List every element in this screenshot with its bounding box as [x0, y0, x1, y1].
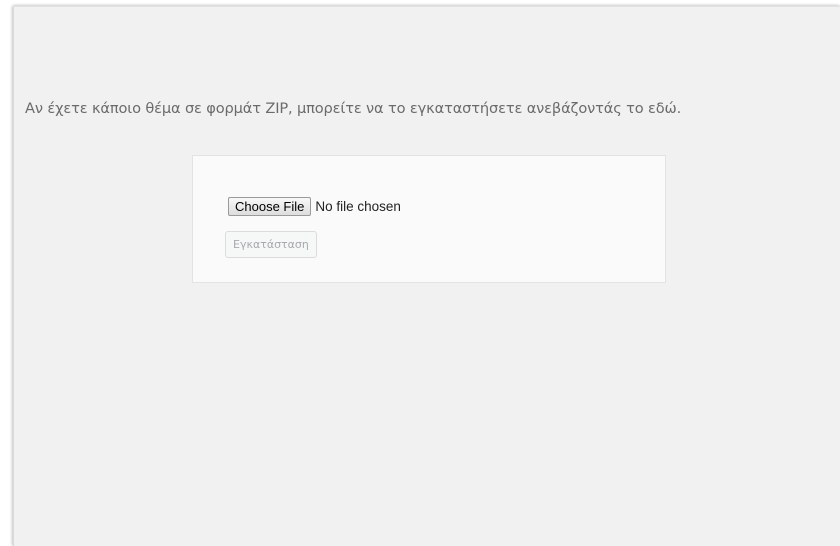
file-input[interactable]: Choose File No file chosen — [228, 196, 401, 216]
upload-form: Choose File No file chosen Εγκατάσταση — [192, 155, 666, 283]
choose-file-button[interactable]: Choose File — [228, 196, 312, 216]
file-status-text: No file chosen — [315, 198, 401, 214]
upload-theme-panel: Αν έχετε κάποιο θέμα σε φορμάτ ZIP, μπορ… — [13, 6, 840, 546]
install-button[interactable]: Εγκατάσταση — [225, 231, 317, 258]
upload-instructions-text: Αν έχετε κάποιο θέμα σε φορμάτ ZIP, μπορ… — [25, 100, 682, 117]
